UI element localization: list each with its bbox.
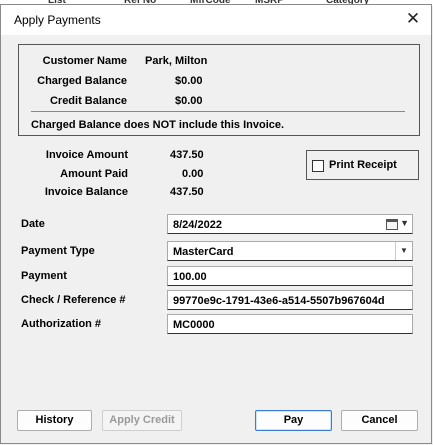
customer-name-label: Customer Name xyxy=(42,55,127,67)
title-bar: Apply Payments ✕ xyxy=(1,5,431,35)
divider xyxy=(31,111,405,112)
chevron-down-icon[interactable]: ▼ xyxy=(395,242,412,260)
payment-type-value: MasterCard xyxy=(173,246,234,258)
charged-balance-value: $0.00 xyxy=(175,75,203,87)
chevron-down-icon[interactable]: ▼ xyxy=(400,218,409,228)
print-receipt-label[interactable]: Print Receipt xyxy=(329,159,397,171)
charged-balance-note: Charged Balance does NOT include this In… xyxy=(31,119,285,131)
customer-name-value: Park, Milton xyxy=(145,55,208,67)
authorization-value: MC0000 xyxy=(173,319,215,331)
payment-input[interactable]: 100.00 xyxy=(167,266,413,286)
apply-payments-dialog: Apply Payments ✕ Customer Name Park, Mil… xyxy=(0,4,432,444)
credit-balance-label: Credit Balance xyxy=(49,95,127,107)
check-reference-input[interactable]: 99770e9c-1791-43e6-a514-5507b967604d xyxy=(167,290,413,310)
pay-button[interactable]: Pay xyxy=(255,410,332,431)
credit-balance-value: $0.00 xyxy=(175,95,203,107)
date-picker[interactable]: 8/24/2022 ▼ xyxy=(167,214,413,234)
invoice-amount-value: 437.50 xyxy=(170,149,204,161)
invoice-amount-label: Invoice Amount xyxy=(45,149,128,161)
invoice-balance-value: 437.50 xyxy=(170,186,204,198)
payment-type-select[interactable]: MasterCard ▼ xyxy=(167,241,413,261)
authorization-input[interactable]: MC0000 xyxy=(167,314,413,334)
amount-paid-value: 0.00 xyxy=(182,168,204,180)
amount-paid-label: Amount Paid xyxy=(60,168,128,180)
history-button[interactable]: History xyxy=(17,410,92,431)
print-receipt-group: Print Receipt xyxy=(306,150,419,180)
payment-label: Payment xyxy=(21,270,67,282)
customer-info-box: Customer Name Park, Milton Charged Balan… xyxy=(18,44,420,136)
date-label: Date xyxy=(21,218,45,230)
date-value: 8/24/2022 xyxy=(173,219,222,231)
print-receipt-checkbox[interactable] xyxy=(312,160,324,172)
charged-balance-label: Charged Balance xyxy=(37,75,127,87)
cancel-button[interactable]: Cancel xyxy=(341,410,418,431)
payment-value: 100.00 xyxy=(173,271,207,283)
close-icon[interactable]: ✕ xyxy=(405,10,421,27)
payment-type-label: Payment Type xyxy=(21,245,95,257)
authorization-label: Authorization # xyxy=(21,318,102,330)
apply-credit-button[interactable]: Apply Credit xyxy=(102,410,182,431)
dialog-title: Apply Payments xyxy=(14,13,101,27)
invoice-balance-label: Invoice Balance xyxy=(44,186,128,198)
check-reference-value: 99770e9c-1791-43e6-a514-5507b967604d xyxy=(173,295,385,307)
calendar-icon[interactable] xyxy=(386,219,398,230)
check-reference-label: Check / Reference # xyxy=(21,294,126,306)
